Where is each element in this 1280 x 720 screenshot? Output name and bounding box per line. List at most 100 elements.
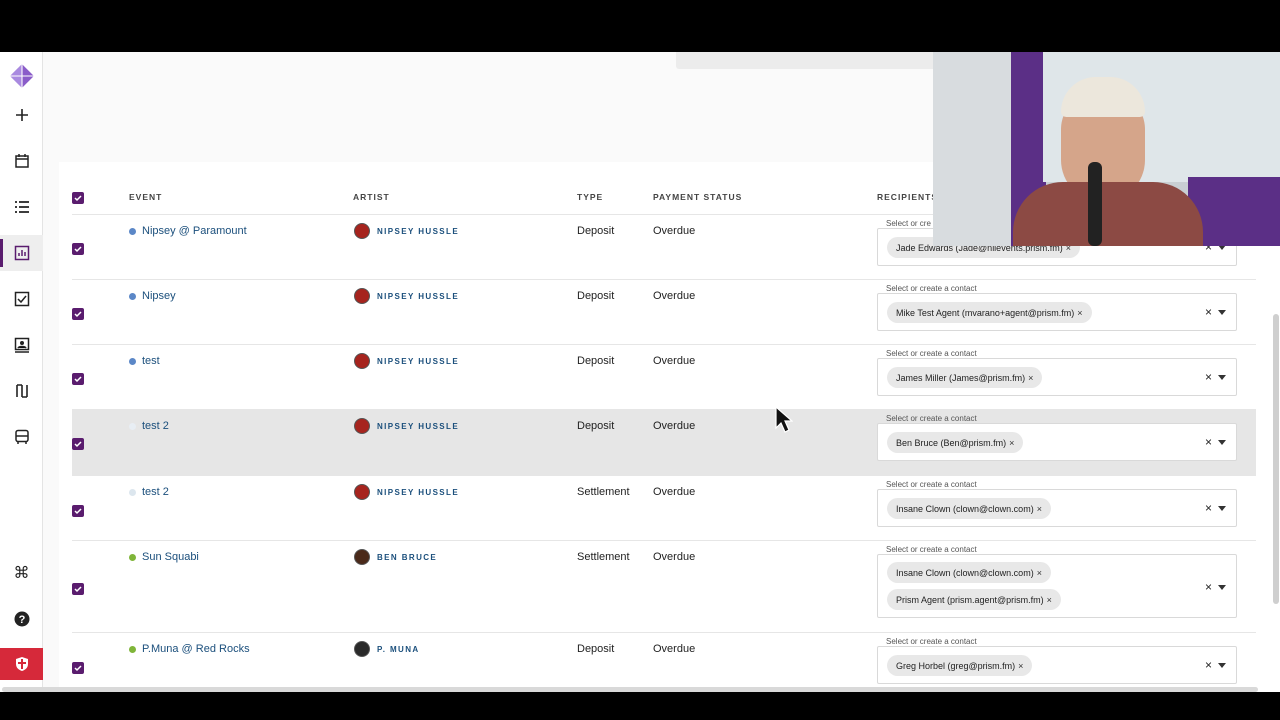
shield-icon[interactable]	[0, 648, 43, 680]
recipient-chip[interactable]: Greg Horbel (greg@prism.fm) ×	[887, 655, 1033, 676]
payment-status: Overdue	[653, 290, 696, 302]
artist-cell[interactable]: NIPSEY HUSSLE	[354, 223, 459, 239]
table-row[interactable]: P.Muna @ Red Rocks P. MUNA Deposit Overdue S…	[72, 632, 1256, 684]
event-link[interactable]: test 2	[129, 420, 169, 432]
event-link[interactable]: Nipsey	[129, 290, 176, 302]
event-name[interactable]: Nipsey @ Paramount	[142, 225, 247, 237]
horizontal-scrollbar[interactable]	[2, 687, 1258, 692]
chevron-down-icon[interactable]	[1218, 663, 1226, 668]
checkbox-icon[interactable]	[0, 281, 43, 317]
plus-icon[interactable]	[0, 97, 43, 133]
recipient-chip[interactable]: Insane Clown (clown@clown.com) ×	[887, 498, 1051, 519]
chart-icon[interactable]	[0, 235, 43, 271]
event-name[interactable]: Nipsey	[142, 290, 176, 302]
event-link[interactable]: test	[129, 355, 160, 367]
chevron-down-icon[interactable]	[1218, 375, 1226, 380]
status-dot-icon	[129, 553, 136, 561]
artist-cell[interactable]: NIPSEY HUSSLE	[354, 353, 459, 369]
select-all-checkbox[interactable]	[72, 192, 84, 204]
recipients-select[interactable]: Mike Test Agent (mvarano+agent@prism.fm)…	[877, 293, 1237, 331]
row-checkbox[interactable]	[72, 373, 84, 385]
artist-name[interactable]: NIPSEY HUSSLE	[377, 292, 459, 301]
list-icon[interactable]	[0, 189, 43, 225]
remove-chip-icon[interactable]: ×	[1077, 308, 1082, 318]
event-name[interactable]: P.Muna @ Red Rocks	[142, 643, 250, 655]
logo-icon[interactable]	[0, 58, 43, 94]
chevron-down-icon[interactable]	[1218, 440, 1226, 445]
artist-cell[interactable]: NIPSEY HUSSLE	[354, 418, 459, 434]
clear-recipients-icon[interactable]: ×	[1205, 580, 1212, 594]
recipient-chip[interactable]: James Miller (James@prism.fm) ×	[887, 367, 1043, 388]
bus-icon[interactable]	[0, 419, 43, 455]
remove-chip-icon[interactable]: ×	[1047, 595, 1052, 605]
contact-icon[interactable]	[0, 327, 43, 363]
artist-name[interactable]: NIPSEY HUSSLE	[377, 227, 459, 236]
artist-cell[interactable]: NIPSEY HUSSLE	[354, 288, 459, 304]
header-payment-status[interactable]: PAYMENT STATUS	[653, 192, 742, 202]
recipients-select[interactable]: Greg Horbel (greg@prism.fm) × ×	[877, 646, 1237, 684]
row-checkbox[interactable]	[72, 583, 84, 595]
recipients-select[interactable]: Insane Clown (clown@clown.com) × Prism Age…	[877, 554, 1237, 618]
row-checkbox[interactable]	[72, 662, 84, 674]
budget-icon[interactable]	[0, 373, 43, 409]
event-link[interactable]: test 2	[129, 486, 169, 498]
artist-cell[interactable]: P. MUNA	[354, 641, 420, 657]
recipient-field-label: Select or create a contact	[886, 414, 977, 423]
recipient-chip[interactable]: Insane Clown (clown@clown.com) ×	[887, 562, 1051, 583]
recipients-select[interactable]: Insane Clown (clown@clown.com) × ×	[877, 489, 1237, 527]
table-row[interactable]: test 2 NIPSEY HUSSLE Deposit Overdue Select …	[72, 409, 1256, 475]
recipients-select[interactable]: James Miller (James@prism.fm) × ×	[877, 358, 1237, 396]
event-name[interactable]: test 2	[142, 420, 169, 432]
artist-name[interactable]: BEN BRUCE	[377, 553, 437, 562]
row-checkbox[interactable]	[72, 308, 84, 320]
row-checkbox[interactable]	[72, 243, 84, 255]
event-link[interactable]: P.Muna @ Red Rocks	[129, 643, 250, 655]
svg-text:?: ?	[18, 614, 25, 626]
artist-name[interactable]: NIPSEY HUSSLE	[377, 422, 459, 431]
recipients-select[interactable]: Ben Bruce (Ben@prism.fm) × ×	[877, 423, 1237, 461]
clear-recipients-icon[interactable]: ×	[1205, 305, 1212, 319]
table-row[interactable]: test 2 NIPSEY HUSSLE Settlement Overdue Sele…	[72, 475, 1256, 540]
recipient-chip-label: Insane Clown (clown@clown.com)	[896, 567, 1034, 578]
table-row[interactable]: Sun Squabi BEN BRUCE Settlement Overdue Sele…	[72, 540, 1256, 632]
remove-chip-icon[interactable]: ×	[1009, 438, 1014, 448]
event-name[interactable]: test 2	[142, 486, 169, 498]
chevron-down-icon[interactable]	[1218, 506, 1226, 511]
recipient-field-label: Select or create a contact	[886, 349, 977, 358]
clear-recipients-icon[interactable]: ×	[1205, 435, 1212, 449]
artist-cell[interactable]: NIPSEY HUSSLE	[354, 484, 459, 500]
recipient-chip-label: Greg Horbel (greg@prism.fm)	[896, 660, 1016, 671]
row-checkbox[interactable]	[72, 438, 84, 450]
chevron-down-icon[interactable]	[1218, 585, 1226, 590]
recipient-chip[interactable]: Mike Test Agent (mvarano+agent@prism.fm)…	[887, 302, 1092, 323]
artist-name[interactable]: P. MUNA	[377, 645, 420, 654]
calendar-icon[interactable]	[0, 143, 43, 179]
command-icon[interactable]: ⌘	[0, 555, 43, 591]
table-row[interactable]: test NIPSEY HUSSLE Deposit Overdue Select or…	[72, 344, 1256, 409]
artist-name[interactable]: NIPSEY HUSSLE	[377, 357, 459, 366]
help-icon[interactable]: ?	[0, 601, 43, 637]
event-name[interactable]: Sun Squabi	[142, 551, 199, 563]
table-row[interactable]: Nipsey NIPSEY HUSSLE Deposit Overdue Select …	[72, 279, 1256, 344]
header-artist[interactable]: ARTIST	[353, 192, 390, 202]
header-event[interactable]: EVENT	[129, 192, 162, 202]
remove-chip-icon[interactable]: ×	[1028, 373, 1033, 383]
remove-chip-icon[interactable]: ×	[1037, 568, 1042, 578]
artist-cell[interactable]: BEN BRUCE	[354, 549, 437, 565]
recipient-chip[interactable]: Prism Agent (prism.agent@prism.fm) ×	[887, 589, 1061, 610]
chevron-down-icon[interactable]	[1218, 310, 1226, 315]
remove-chip-icon[interactable]: ×	[1037, 504, 1042, 514]
clear-recipients-icon[interactable]: ×	[1205, 501, 1212, 515]
remove-chip-icon[interactable]: ×	[1018, 661, 1023, 671]
clear-recipients-icon[interactable]: ×	[1205, 658, 1212, 672]
row-checkbox[interactable]	[72, 505, 84, 517]
header-type[interactable]: TYPE	[577, 192, 603, 202]
recipient-chip[interactable]: Ben Bruce (Ben@prism.fm) ×	[887, 432, 1024, 453]
clear-recipients-icon[interactable]: ×	[1205, 370, 1212, 384]
event-link[interactable]: Nipsey @ Paramount	[129, 225, 247, 237]
event-link[interactable]: Sun Squabi	[129, 551, 199, 563]
event-name[interactable]: test	[142, 355, 160, 367]
header-recipients[interactable]: RECIPIENTS	[877, 192, 938, 202]
artist-name[interactable]: NIPSEY HUSSLE	[377, 488, 459, 497]
vertical-scrollbar[interactable]	[1273, 314, 1279, 604]
